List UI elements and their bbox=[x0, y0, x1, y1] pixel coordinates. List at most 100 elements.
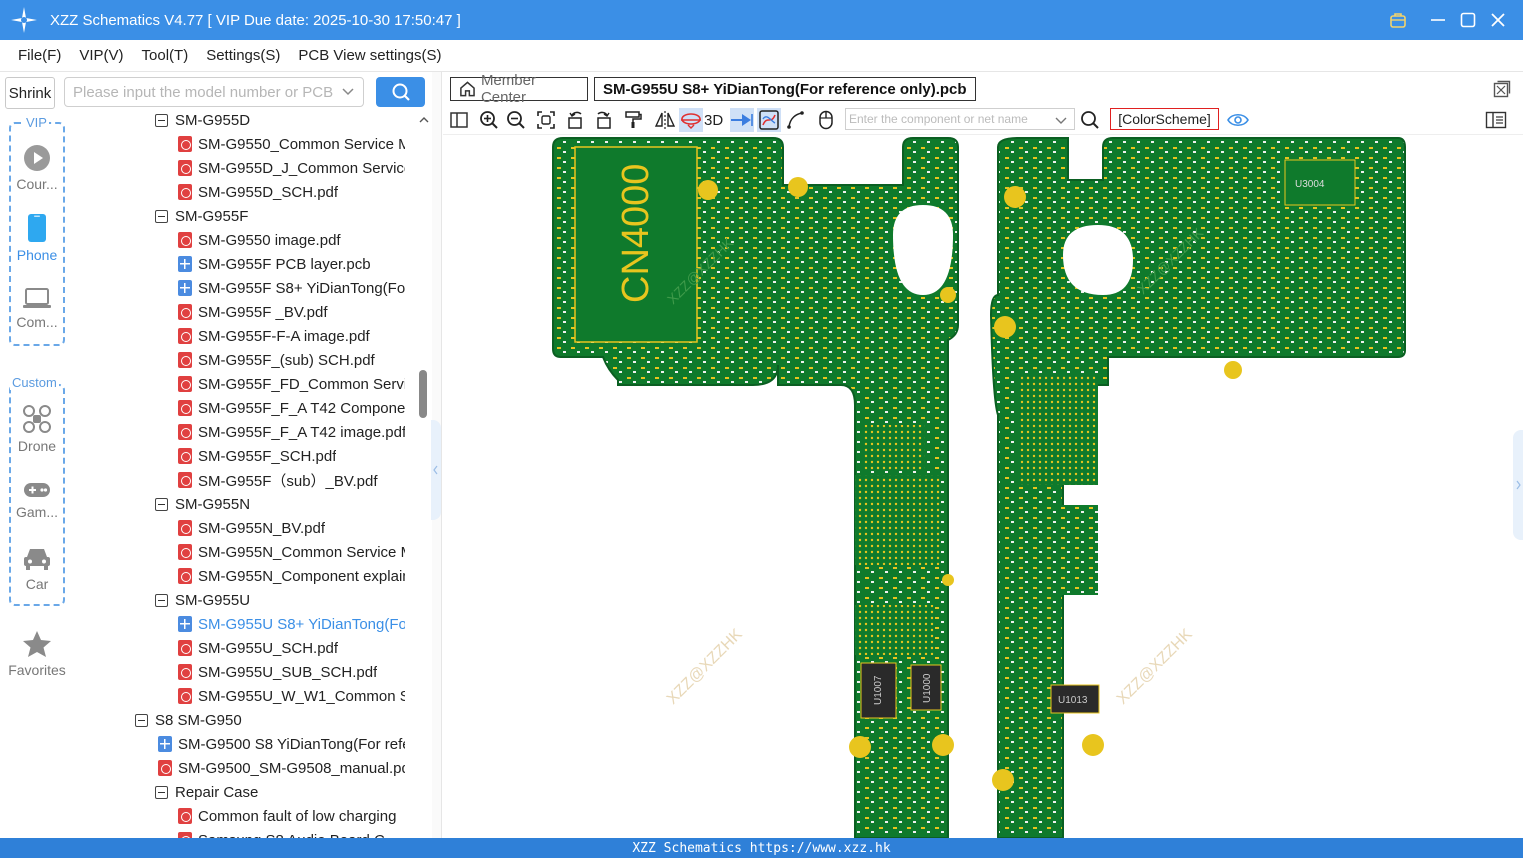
collapse-toggle-icon[interactable] bbox=[155, 785, 168, 799]
collapse-sidebar-handle[interactable] bbox=[431, 420, 441, 520]
visibility-button[interactable] bbox=[1226, 108, 1250, 132]
tree-file[interactable]: SM-G955F S8+ YiDianTong(For bbox=[178, 276, 405, 300]
right-collapse-handle[interactable] bbox=[1513, 430, 1523, 540]
nav-drone[interactable]: Drone bbox=[4, 404, 70, 454]
tree-file[interactable]: SM-G9550_Common Service Ma bbox=[178, 132, 405, 156]
fit-view-button[interactable] bbox=[534, 108, 558, 132]
collapse-toggle-icon[interactable] bbox=[155, 497, 168, 511]
tree-file[interactable]: SM-G955U_W_W1_Common Ser bbox=[178, 684, 405, 708]
menu-pcb-view-settings[interactable]: PCB View settings(S) bbox=[298, 47, 441, 64]
model-search-input[interactable] bbox=[73, 83, 335, 101]
tree-file[interactable]: SM-G955U_SUB_SCH.pdf bbox=[178, 660, 405, 684]
menu-settings[interactable]: Settings(S) bbox=[206, 47, 280, 64]
tree-folder[interactable]: SM-G955F bbox=[155, 204, 419, 228]
pcb-board-drawing[interactable]: CN4000 U1007 U1000 U3004 U1013 XZZ@XZZHK… bbox=[443, 135, 1523, 838]
color-scheme-button[interactable]: [ColorScheme] bbox=[1110, 108, 1219, 130]
zoom-out-button[interactable] bbox=[504, 108, 528, 132]
tab-active-pcb[interactable]: SM-G955U S8+ YiDianTong(For reference on… bbox=[594, 77, 976, 101]
tree-file[interactable]: SM-G955F_F_A T42 image.pdf bbox=[178, 420, 405, 444]
tree-file[interactable]: SM-G955F_(sub) SCH.pdf bbox=[178, 348, 405, 372]
tree-file[interactable]: SM-G9500 S8 YiDianTong(For refe bbox=[158, 732, 405, 756]
nav-favorites-label: Favorites bbox=[8, 662, 66, 678]
collapse-toggle-icon[interactable] bbox=[155, 593, 168, 607]
tree-file[interactable]: Samsung S8 Audio Board C bbox=[178, 828, 405, 838]
nav-games[interactable]: Gam... bbox=[4, 480, 70, 520]
maximize-button[interactable] bbox=[1453, 0, 1483, 40]
nav-games-label: Gam... bbox=[15, 504, 58, 520]
draw-line-button[interactable] bbox=[784, 108, 808, 132]
nav-computer[interactable]: Com... bbox=[4, 288, 70, 330]
tree-file[interactable]: SM-G955N_BV.pdf bbox=[178, 516, 405, 540]
shrink-button[interactable]: Shrink bbox=[5, 77, 55, 109]
tree-file[interactable]: SM-G955F-F-A image.pdf bbox=[178, 324, 405, 348]
tree-item-label: S8 SM-G950 bbox=[155, 711, 242, 729]
menu-tool[interactable]: Tool(T) bbox=[142, 47, 189, 64]
component-search-button[interactable] bbox=[1078, 108, 1102, 132]
chevron-down-icon[interactable] bbox=[1054, 113, 1068, 127]
tree-folder[interactable]: SM-G955N bbox=[155, 492, 419, 516]
rotate-right-button[interactable] bbox=[591, 108, 615, 132]
pcb-canvas[interactable]: CN4000 U1007 U1000 U3004 U1013 XZZ@XZZHK… bbox=[443, 135, 1523, 838]
tab-active-pcb-label: SM-G955U S8+ YiDianTong(For reference on… bbox=[603, 80, 967, 98]
arrow-right-icon bbox=[731, 114, 753, 126]
vip-bag-icon[interactable] bbox=[1383, 0, 1413, 40]
tree-file[interactable]: SM-G955F（sub）_BV.pdf bbox=[178, 468, 405, 492]
tree-file[interactable]: SM-G955U S8+ YiDianTong(For bbox=[178, 612, 405, 636]
tree-file[interactable]: SM-G955F PCB layer.pcb bbox=[178, 252, 405, 276]
tree-file[interactable]: SM-G955F_SCH.pdf bbox=[178, 444, 405, 468]
minimize-button[interactable] bbox=[1423, 0, 1453, 40]
tree-file[interactable]: SM-G955N_Component explain bbox=[178, 564, 405, 588]
tree-file[interactable]: SM-G9500_SM-G9508_manual.pdf bbox=[158, 756, 405, 780]
close-button[interactable] bbox=[1483, 0, 1513, 40]
rotate-left-button[interactable] bbox=[564, 108, 588, 132]
right-panel-button[interactable] bbox=[1484, 108, 1508, 132]
collapse-toggle-icon[interactable] bbox=[155, 209, 168, 223]
tree-file[interactable]: SM-G955F_FD_Common Service bbox=[178, 372, 405, 396]
nav-favorites[interactable]: Favorites bbox=[4, 630, 70, 678]
tree-folder[interactable]: SM-G955U bbox=[155, 588, 419, 612]
nav-phone[interactable]: Phone bbox=[4, 213, 70, 263]
tree-item-label: SM-G955N_BV.pdf bbox=[198, 519, 326, 537]
tree-file[interactable]: Common fault of low charging bbox=[178, 804, 405, 828]
zoom-in-button[interactable] bbox=[477, 108, 501, 132]
tree-file[interactable]: SM-G955D_SCH.pdf bbox=[178, 180, 405, 204]
pdf-file-icon bbox=[178, 448, 192, 464]
toggle-panels-button[interactable] bbox=[447, 108, 471, 132]
tree-file[interactable]: SM-G955F _BV.pdf bbox=[178, 300, 405, 324]
component-search-input[interactable] bbox=[849, 112, 1049, 126]
tree-item-label: SM-G955U_W_W1_Common Ser bbox=[198, 687, 405, 705]
layer-view-button[interactable] bbox=[757, 108, 781, 132]
tab-member-center[interactable]: Member Center bbox=[450, 72, 588, 106]
tree-folder[interactable]: SM-G955D bbox=[155, 108, 419, 132]
mirror-button[interactable] bbox=[653, 108, 677, 132]
tree-file[interactable]: SM-G955U_SCH.pdf bbox=[178, 636, 405, 660]
pcb-file-icon bbox=[178, 280, 192, 296]
nav-car[interactable]: Car bbox=[4, 546, 70, 592]
flip-board-button[interactable] bbox=[679, 108, 703, 132]
menu-vip[interactable]: VIP(V) bbox=[79, 47, 123, 64]
tree-scrollbar-thumb[interactable] bbox=[419, 370, 427, 418]
collapse-toggle-icon[interactable] bbox=[135, 713, 148, 727]
collapse-toggle-icon[interactable] bbox=[155, 113, 168, 127]
pcb-file-icon bbox=[178, 256, 192, 272]
format-painter-button[interactable] bbox=[621, 108, 645, 132]
view-3d-button[interactable]: 3D bbox=[704, 108, 723, 132]
nav-courses[interactable]: Cour... bbox=[4, 144, 70, 192]
tree-folder[interactable]: S8 SM-G950 bbox=[135, 708, 419, 732]
home-icon bbox=[460, 81, 475, 97]
tree-file[interactable]: SM-G9550 image.pdf bbox=[178, 228, 405, 252]
mouse-mode-button[interactable] bbox=[814, 108, 838, 132]
tree-item-label: SM-G9500 S8 YiDianTong(For refe bbox=[178, 735, 405, 753]
tree-file[interactable]: SM-G955D_J_Common Service I bbox=[178, 156, 405, 180]
tree-folder[interactable]: Repair Case bbox=[155, 780, 419, 804]
scroll-up-icon[interactable] bbox=[419, 115, 429, 125]
search-button[interactable] bbox=[376, 77, 425, 107]
tree-item-label: SM-G9550 image.pdf bbox=[198, 231, 341, 249]
chevron-down-icon[interactable] bbox=[341, 84, 355, 98]
net-trace-button[interactable] bbox=[730, 108, 754, 132]
menu-file[interactable]: File(F) bbox=[18, 47, 61, 64]
restore-window-icon[interactable] bbox=[1493, 80, 1511, 98]
tree-file[interactable]: SM-G955N_Common Service M bbox=[178, 540, 405, 564]
tree-file[interactable]: SM-G955F_F_A T42 Component bbox=[178, 396, 405, 420]
tree-item-label: SM-G955F（sub）_BV.pdf bbox=[198, 472, 378, 490]
